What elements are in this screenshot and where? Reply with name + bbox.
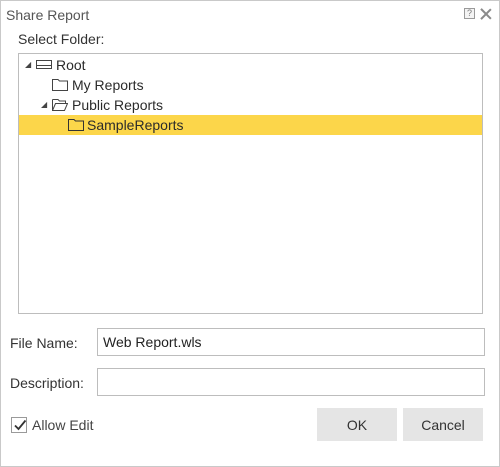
folder-open-icon <box>52 99 68 111</box>
collapse-toggle-icon[interactable]: ◢ <box>41 95 51 115</box>
tree-node-samplereports[interactable]: SampleReports <box>19 115 482 135</box>
allow-edit-label[interactable]: Allow Edit <box>32 417 93 433</box>
file-name-label: File Name: <box>10 335 78 351</box>
folder-icon <box>52 79 68 91</box>
title-bar: Share Report ? <box>1 1 499 29</box>
close-icon[interactable] <box>480 8 492 20</box>
cancel-button[interactable]: Cancel <box>403 408 483 441</box>
tree-node-label: My Reports <box>72 77 144 93</box>
description-label: Description: <box>10 375 84 391</box>
folder-icon <box>68 119 84 131</box>
share-report-dialog: Share Report ? Select Folder: ◢ Root My … <box>0 0 500 467</box>
tree-node-my-reports[interactable]: My Reports <box>19 75 319 95</box>
dialog-title: Share Report <box>6 7 90 23</box>
collapse-toggle-icon[interactable]: ◢ <box>25 55 35 75</box>
help-icon[interactable]: ? <box>464 8 475 19</box>
tree-node-root[interactable]: ◢ Root <box>19 55 319 75</box>
allow-edit-checkbox[interactable] <box>11 417 27 433</box>
tree-node-public-reports[interactable]: ◢ Public Reports <box>19 95 319 115</box>
tree-node-label: Root <box>56 57 86 73</box>
description-field[interactable] <box>97 368 485 396</box>
drive-icon <box>36 60 52 69</box>
folder-tree[interactable]: ◢ Root My Reports ◢ Public Reports Sampl… <box>18 53 483 314</box>
file-name-field[interactable] <box>97 328 485 356</box>
check-icon <box>14 419 27 431</box>
select-folder-label: Select Folder: <box>18 31 105 47</box>
tree-node-label: SampleReports <box>87 117 184 133</box>
tree-node-label: Public Reports <box>72 97 164 113</box>
ok-button[interactable]: OK <box>317 408 397 441</box>
